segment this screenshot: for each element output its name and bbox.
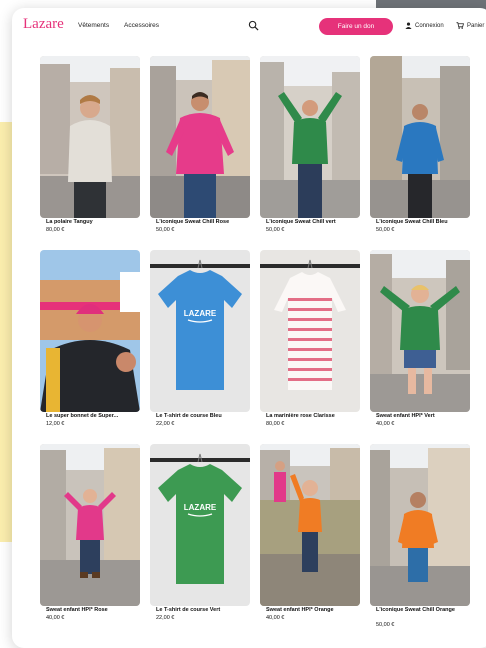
product-image[interactable]: LAZARE [150,250,250,412]
cart-link[interactable]: Panier [456,22,484,29]
logo[interactable]: Lazare [23,16,64,33]
product-name[interactable]: La polaire Tanguy [46,219,142,226]
product-image[interactable]: LAZARE [150,444,250,606]
product-price: 50,00 € [376,227,395,233]
product-name[interactable]: L'iconique Sweat Chill Rose [156,219,252,226]
product-name[interactable]: L'iconique Sweat Chill Bleu [376,219,472,226]
product-name[interactable]: La marinière rose Clarisse [266,413,362,420]
product-image[interactable] [370,444,470,606]
product-name[interactable]: L'iconique Sweat Chill vert [266,219,362,226]
product-name[interactable]: Sweat enfant HPI* Rose [46,607,142,614]
nav-accessoires[interactable]: Accessoires [124,22,159,29]
cart-icon [456,22,464,29]
user-icon [405,22,412,29]
product-price: 50,00 € [156,227,175,233]
donate-label: Faire un don [337,23,375,30]
product-image[interactable] [260,56,360,218]
product-price: 40,00 € [46,615,65,621]
donate-button[interactable]: Faire un don [319,18,393,35]
product-image[interactable] [40,56,140,218]
product-price: 80,00 € [46,227,65,233]
product-name[interactable]: Sweat enfant HPI* Vert [376,413,472,420]
product-image[interactable] [40,250,140,412]
product-name[interactable]: L'iconique Sweat Chill Orange [376,607,472,614]
product-price: 22,00 € [156,421,175,427]
product-name[interactable]: Le T-shirt de course Vert [156,607,252,614]
product-price: 80,00 € [266,421,285,427]
product-price: 12,00 € [46,421,65,427]
login-label: Connexion [415,22,444,29]
product-price: 40,00 € [376,421,395,427]
login-link[interactable]: Connexion [405,22,444,29]
product-image[interactable] [150,56,250,218]
product-image[interactable] [370,56,470,218]
product-price: 40,00 € [266,615,285,621]
product-price: 50,00 € [266,227,285,233]
product-image[interactable] [370,250,470,412]
nav-vetements[interactable]: Vêtements [78,22,109,29]
product-price: 22,00 € [156,615,175,621]
product-price: 50,00 € [376,622,395,628]
cart-label: Panier [467,22,485,29]
product-image[interactable] [260,444,360,606]
tshirt-print: LAZARE [184,503,217,512]
shop-window: Lazare Vêtements Accessoires Faire un do… [12,8,486,648]
product-image[interactable] [40,444,140,606]
search-icon[interactable] [248,20,259,31]
product-image[interactable] [260,250,360,412]
product-name[interactable]: Le super bonnet de Super... [46,413,142,420]
tshirt-print: LAZARE [184,309,217,318]
site-header: Lazare Vêtements Accessoires Faire un do… [12,8,486,46]
product-name[interactable]: Sweat enfant HPI* Orange [266,607,362,614]
product-name[interactable]: Le T-shirt de course Bleu [156,413,252,420]
